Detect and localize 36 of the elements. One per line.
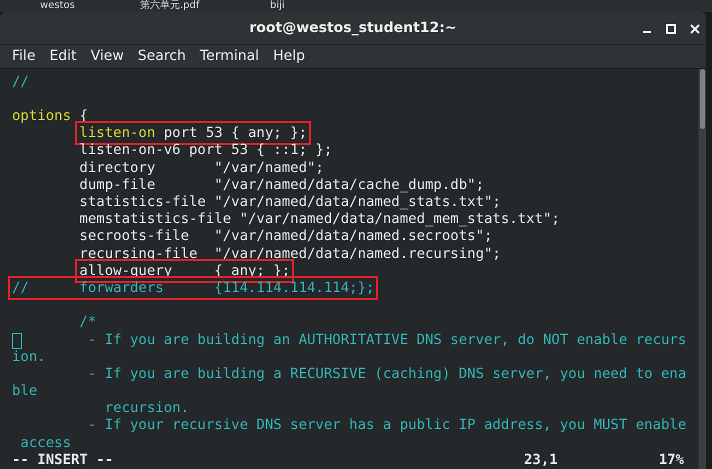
code-text: port 53 { any; }; — [162, 125, 307, 142]
code-text: recursion. — [104, 400, 189, 416]
code-text: // forwarders {114.114.114.114;}; — [12, 280, 374, 296]
code-text: ion. — [12, 348, 46, 365]
maximize-icon[interactable] — [666, 24, 676, 34]
window-title: root@westos_student12:~ — [249, 20, 457, 36]
code-text: listen-on — [79, 125, 156, 142]
code-text: listen-on-v6 port 53 { ::1; }; — [79, 142, 332, 158]
code-text: // — [12, 74, 29, 90]
menu-item[interactable]: File — [6, 48, 42, 64]
code-text: statistics-file "/var/named/data/named_stats.txt"; — [79, 194, 501, 210]
menu-item[interactable]: Help — [267, 48, 311, 64]
scrollbar-thumb[interactable] — [700, 68, 705, 129]
desktop-icon-label[interactable]: biji — [270, 0, 285, 12]
menu-item[interactable]: Edit — [43, 48, 83, 64]
cursor-position: 23,1 — [524, 452, 559, 469]
scrollbar[interactable] — [698, 68, 706, 469]
menu-item[interactable]: Terminal — [194, 48, 266, 64]
code-text: options — [12, 108, 72, 124]
desktop-icon-label[interactable]: westos — [40, 0, 140, 12]
code-text: ble — [12, 383, 38, 400]
code-text: access — [19, 434, 72, 451]
menu-item[interactable]: Search — [132, 48, 192, 64]
code-text: - If you are building a RECURSIVE (caching) DNS server, you need to ena — [86, 366, 686, 382]
menu-item[interactable]: View — [84, 48, 130, 64]
code-text: secroots-file "/var/named/data/named.secroots"; — [79, 228, 492, 244]
close-icon[interactable] — [690, 24, 700, 34]
code-text: recursing-file "/var/named/data/named.recursing"; — [79, 246, 501, 262]
scroll-percent: 17% — [658, 452, 684, 469]
code-text: dump-file "/var/named/data/cache_dump.db"; — [79, 176, 484, 193]
code-text: /* — [79, 314, 96, 330]
code-text: memstatistics-file "/var/named/data/named_mem_stats.txt"; — [79, 211, 560, 228]
code-text: directory "/var/named"; — [79, 160, 324, 176]
code-text: - If you are building an AUTHORITATIVE DNS server, do NOT enable recurs — [86, 332, 686, 348]
editor-mode: -- INSERT -- — [12, 452, 114, 469]
code-text: - If your recursive DNS server has a public IP address, you MUST enable — [86, 417, 686, 434]
